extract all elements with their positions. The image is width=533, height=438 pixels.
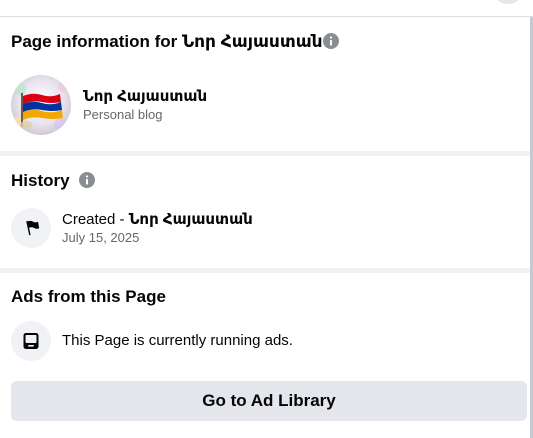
history-created-name: Նոր Հայաստան [128, 211, 253, 228]
history-created-date: July 15, 2025 [62, 230, 140, 245]
info-icon[interactable] [323, 33, 339, 49]
page-avatar[interactable] [11, 75, 71, 135]
ads-status-text: This Page is currently running ads. [62, 332, 293, 349]
go-to-ad-library-button[interactable]: Go to Ad Library [11, 381, 527, 421]
ad-library-icon-circle [11, 321, 51, 361]
flag-icon-circle [11, 208, 51, 248]
armenian-flag-avatar-image [11, 75, 71, 135]
dialog-header-edge [0, 0, 533, 17]
info-icon[interactable] [79, 172, 95, 188]
page-name[interactable]: Նոր Հայաստան [83, 87, 207, 105]
page-category: Personal blog [83, 107, 163, 122]
history-created-text: Created - Նոր Հայաստան [62, 210, 253, 228]
history-created-label: Created - [62, 211, 129, 228]
flag-icon [26, 220, 40, 236]
page-info-section: Page information for Նոր Հայաստան [0, 17, 530, 151]
ad-library-icon [23, 333, 39, 349]
page-transparency-dialog: Page information for Նոր Հայաստան Նոր Հա… [0, 0, 533, 438]
ads-title: Ads from this Page [11, 287, 166, 306]
page-info-title-page-name: Նոր Հայաստան [181, 32, 323, 51]
close-button[interactable] [493, 0, 523, 4]
history-title: History [11, 171, 70, 190]
page-info-title: Page information for Նոր Հայաստան [11, 32, 323, 52]
page-info-title-prefix: Page information for [11, 32, 178, 51]
